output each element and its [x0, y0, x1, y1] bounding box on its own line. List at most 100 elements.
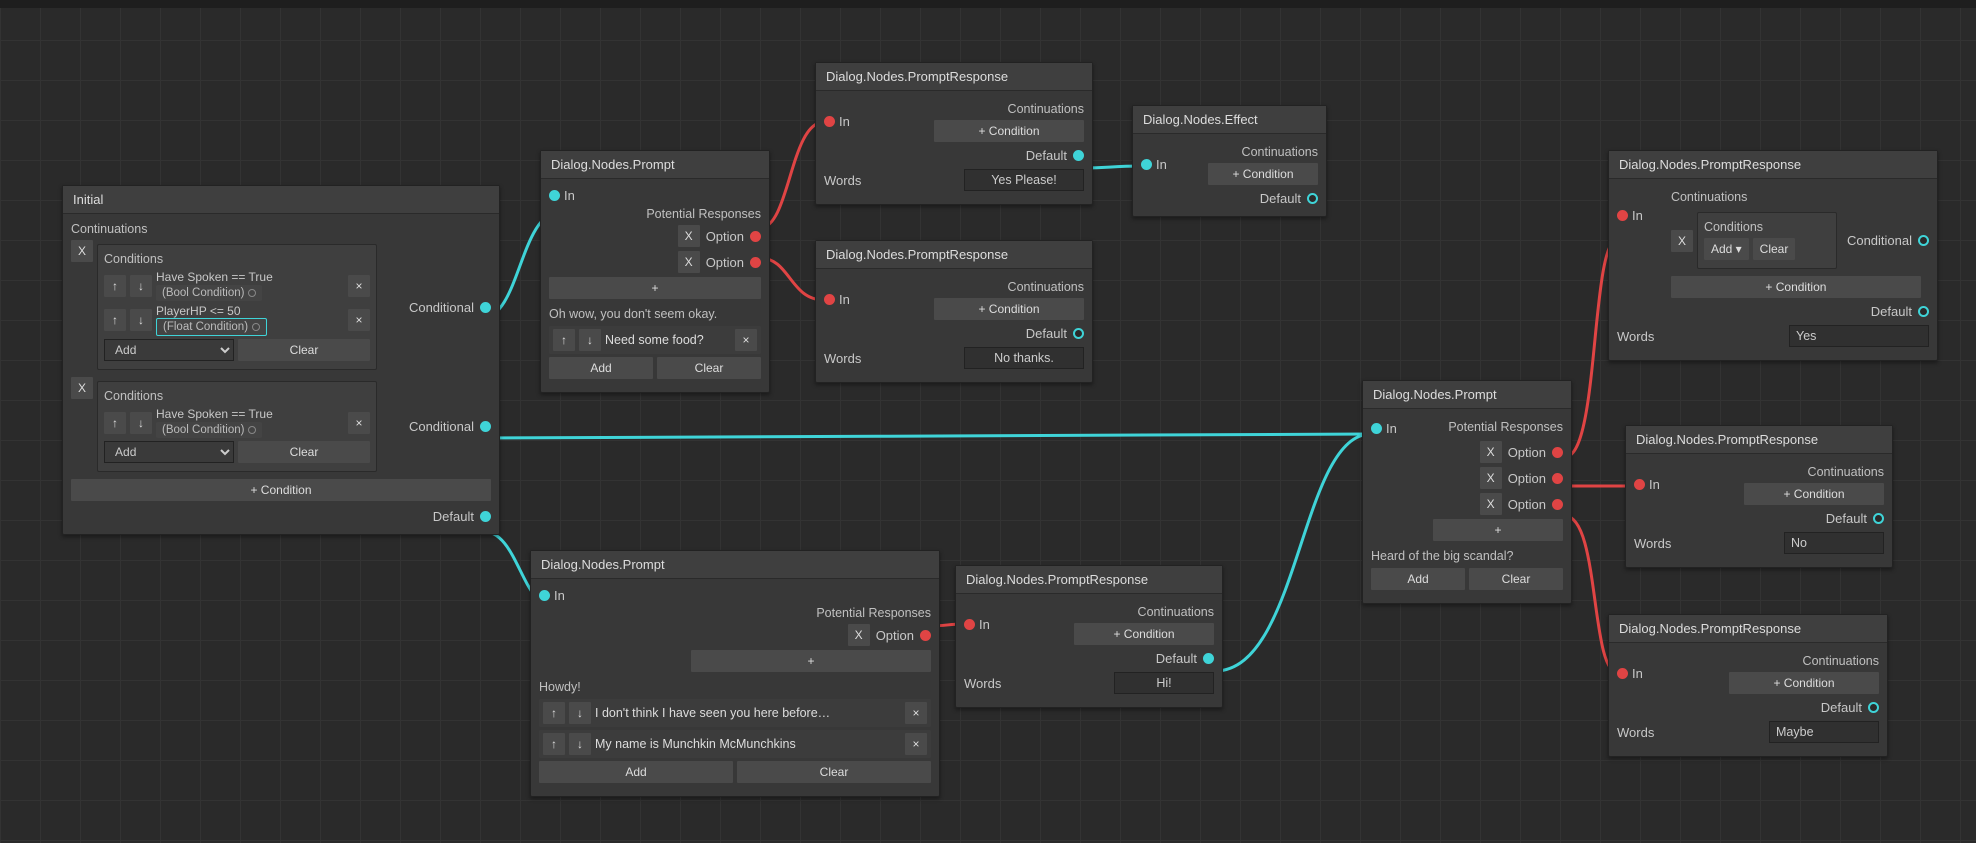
remove-condition-button[interactable]: ×: [348, 412, 370, 434]
default-out-port[interactable]: [1073, 328, 1084, 339]
clear-button[interactable]: Clear: [657, 357, 761, 379]
conditional-out-port[interactable]: [1918, 235, 1929, 246]
in-port[interactable]: [549, 190, 560, 201]
add-condition-select[interactable]: Add: [104, 339, 234, 361]
clear-button[interactable]: Clear: [737, 761, 931, 783]
clear-button[interactable]: Clear: [1753, 238, 1796, 260]
conditional-out-port[interactable]: [480, 421, 491, 432]
in-port[interactable]: [539, 590, 550, 601]
words-input[interactable]: [1784, 532, 1884, 554]
add-condition-button[interactable]: + Condition: [71, 479, 491, 501]
default-out-port[interactable]: [1918, 306, 1929, 317]
conditional-out-port[interactable]: [480, 302, 491, 313]
move-up-button[interactable]: ↑: [543, 733, 565, 755]
add-condition-button[interactable]: + Condition: [1729, 672, 1879, 694]
default-out-port[interactable]: [480, 511, 491, 522]
remove-continuation-button[interactable]: X: [71, 377, 93, 399]
node-response-hi[interactable]: Dialog.Nodes.PromptResponse In Continuat…: [955, 565, 1223, 708]
node-prompt-2[interactable]: Dialog.Nodes.Prompt In Potential Respons…: [530, 550, 940, 797]
add-option-button[interactable]: +: [691, 650, 931, 672]
in-port[interactable]: [824, 116, 835, 127]
option-out-port[interactable]: [1552, 447, 1563, 458]
remove-option-button[interactable]: X: [678, 251, 700, 273]
move-up-button[interactable]: ↑: [543, 702, 565, 724]
remove-continuation-button[interactable]: X: [1671, 230, 1693, 252]
add-condition-button[interactable]: + Condition: [1671, 276, 1921, 298]
add-condition-button[interactable]: + Condition: [1208, 163, 1318, 185]
in-port[interactable]: [1617, 210, 1628, 221]
remove-condition-button[interactable]: ×: [348, 309, 370, 331]
default-out-port[interactable]: [1868, 702, 1879, 713]
words-input[interactable]: [1769, 721, 1879, 743]
add-button[interactable]: Add: [1371, 568, 1465, 590]
move-up-button[interactable]: ↑: [104, 275, 126, 297]
move-down-button[interactable]: ↓: [130, 309, 152, 331]
condition-chip[interactable]: (Bool Condition): [156, 422, 262, 438]
add-option-button[interactable]: +: [1433, 519, 1563, 541]
in-port[interactable]: [824, 294, 835, 305]
remove-option-button[interactable]: X: [1480, 493, 1502, 515]
node-response-no[interactable]: Dialog.Nodes.PromptResponse In Continuat…: [1625, 425, 1893, 568]
move-up-button[interactable]: ↑: [104, 412, 126, 434]
remove-continuation-button[interactable]: X: [71, 240, 93, 262]
move-down-button[interactable]: ↓: [569, 702, 591, 724]
continuations-label: Continuations: [1729, 654, 1879, 668]
add-condition-button[interactable]: + Condition: [1074, 623, 1214, 645]
node-initial[interactable]: Initial Continuations X Conditions ↑ ↓ H…: [62, 185, 500, 535]
node-effect[interactable]: Dialog.Nodes.Effect In Continuations + C…: [1132, 105, 1327, 217]
default-out-port[interactable]: [1307, 193, 1318, 204]
move-up-button[interactable]: ↑: [553, 329, 575, 351]
move-up-button[interactable]: ↑: [104, 309, 126, 331]
default-out-port[interactable]: [1203, 653, 1214, 664]
in-port[interactable]: [964, 619, 975, 630]
option-out-port[interactable]: [750, 257, 761, 268]
remove-item-button[interactable]: ×: [905, 733, 927, 755]
add-condition-select[interactable]: Add: [104, 441, 234, 463]
words-input[interactable]: [1114, 672, 1214, 694]
move-down-button[interactable]: ↓: [130, 412, 152, 434]
move-down-button[interactable]: ↓: [579, 329, 601, 351]
add-condition-button[interactable]: + Condition: [934, 120, 1084, 142]
add-option-button[interactable]: +: [549, 277, 761, 299]
node-title: Dialog.Nodes.Prompt: [541, 151, 769, 179]
remove-option-button[interactable]: X: [678, 225, 700, 247]
words-input[interactable]: [964, 347, 1084, 369]
option-out-port[interactable]: [750, 231, 761, 242]
in-port[interactable]: [1141, 159, 1152, 170]
default-out-port[interactable]: [1873, 513, 1884, 524]
words-input[interactable]: [964, 169, 1084, 191]
remove-item-button[interactable]: ×: [905, 702, 927, 724]
remove-option-button[interactable]: X: [1480, 467, 1502, 489]
default-out-port[interactable]: [1073, 150, 1084, 161]
condition-chip[interactable]: (Bool Condition): [156, 285, 262, 301]
words-input[interactable]: [1789, 325, 1929, 347]
condition-chip[interactable]: (Float Condition): [156, 318, 267, 336]
add-condition-button[interactable]: + Condition: [934, 298, 1084, 320]
remove-condition-button[interactable]: ×: [348, 275, 370, 297]
node-prompt-1[interactable]: Dialog.Nodes.Prompt In Potential Respons…: [540, 150, 770, 393]
add-button[interactable]: Add: [539, 761, 733, 783]
node-response-yes[interactable]: Dialog.Nodes.PromptResponse In Continuat…: [1608, 150, 1938, 361]
node-response-no-thanks[interactable]: Dialog.Nodes.PromptResponse In Continuat…: [815, 240, 1093, 383]
remove-option-button[interactable]: X: [1480, 441, 1502, 463]
remove-item-button[interactable]: ×: [735, 329, 757, 351]
option-out-port[interactable]: [1552, 473, 1563, 484]
move-down-button[interactable]: ↓: [569, 733, 591, 755]
node-response-maybe[interactable]: Dialog.Nodes.PromptResponse In Continuat…: [1608, 614, 1888, 757]
clear-button[interactable]: Clear: [238, 441, 370, 463]
in-port[interactable]: [1634, 479, 1645, 490]
in-port-label: In: [1649, 477, 1660, 492]
in-port[interactable]: [1617, 668, 1628, 679]
move-down-button[interactable]: ↓: [130, 275, 152, 297]
add-condition-button[interactable]: + Condition: [1744, 483, 1884, 505]
node-response-yes-please[interactable]: Dialog.Nodes.PromptResponse In Continuat…: [815, 62, 1093, 205]
in-port[interactable]: [1371, 423, 1382, 434]
add-dropdown-button[interactable]: Add ▾: [1704, 238, 1749, 260]
remove-option-button[interactable]: X: [848, 624, 870, 646]
option-out-port[interactable]: [1552, 499, 1563, 510]
node-prompt-3[interactable]: Dialog.Nodes.Prompt In Potential Respons…: [1362, 380, 1572, 604]
option-out-port[interactable]: [920, 630, 931, 641]
clear-button[interactable]: Clear: [238, 339, 370, 361]
add-button[interactable]: Add: [549, 357, 653, 379]
clear-button[interactable]: Clear: [1469, 568, 1563, 590]
